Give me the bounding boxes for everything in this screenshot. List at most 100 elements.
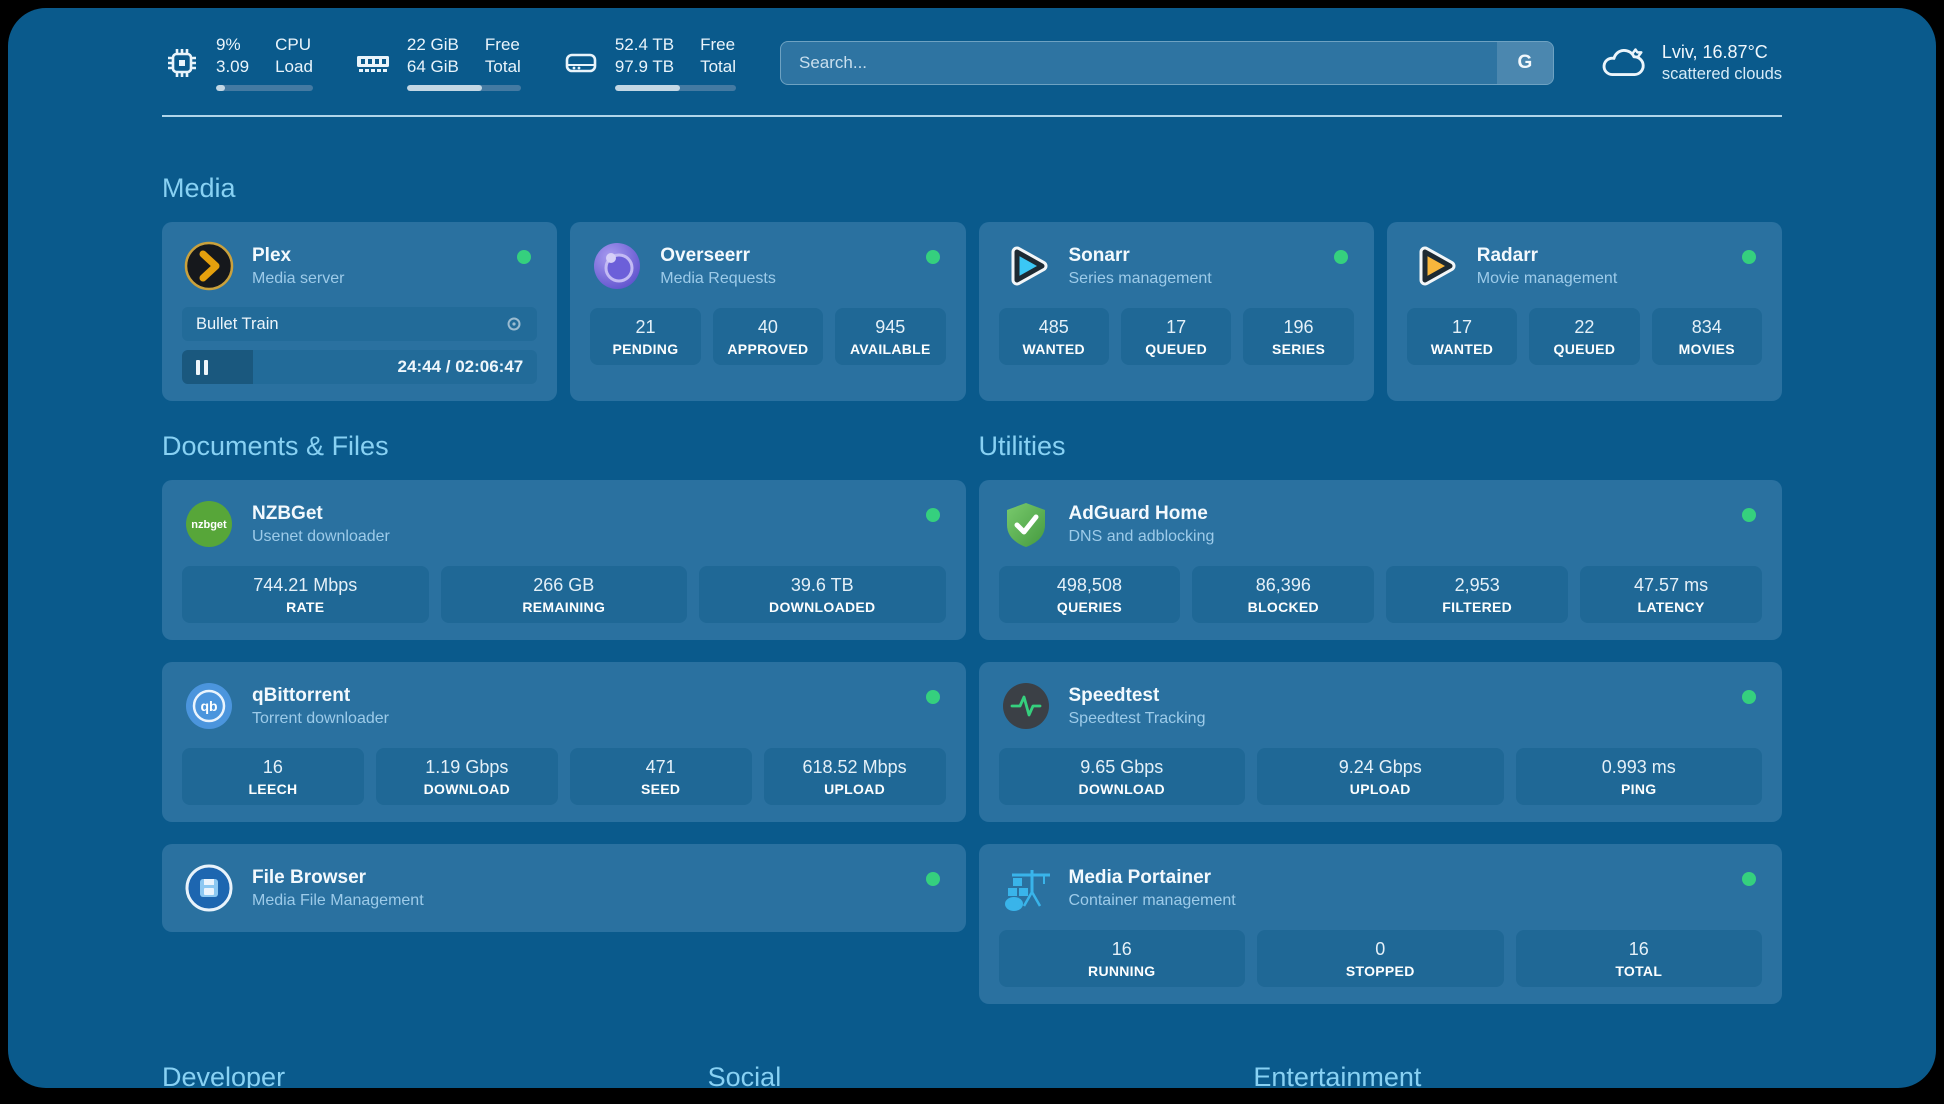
status-dot [926, 690, 940, 704]
memory-progress-bar [407, 85, 521, 91]
disk-icon [561, 43, 601, 83]
stat-value: 17 [1411, 317, 1513, 338]
memory-progress-fill [407, 85, 482, 91]
stat-value: 16 [186, 757, 360, 778]
cpu-load-label: Load [275, 56, 313, 78]
stat-value: 40 [717, 317, 819, 338]
section-title-social: Social [708, 1062, 1237, 1088]
bookmark-group-developer: Developer GH Github github.com SO StackO… [162, 1062, 691, 1088]
stat-label: QUEUED [1533, 341, 1635, 357]
stat-tile: 17 WANTED [1407, 308, 1517, 365]
stat-label: UPLOAD [768, 781, 942, 797]
stat-label: WANTED [1411, 341, 1513, 357]
disk-total-label: Total [700, 56, 736, 78]
header: 9% 3.09 CPU Load [162, 34, 1782, 91]
stat-tile: 86,396 BLOCKED [1192, 566, 1374, 623]
stat-value: 744.21 Mbps [186, 575, 425, 596]
stat-value: 39.6 TB [703, 575, 942, 596]
service-card-adguard[interactable]: AdGuard Home DNS and adblocking 498,508 … [979, 480, 1783, 640]
filebrowser-icon [182, 861, 236, 915]
stat-value: 618.52 Mbps [768, 757, 942, 778]
stat-value: 1.19 Gbps [380, 757, 554, 778]
stat-tile: 834 MOVIES [1652, 308, 1762, 365]
stat-label: PENDING [594, 341, 696, 357]
service-card-speedtest[interactable]: Speedtest Speedtest Tracking 9.65 Gbps D… [979, 662, 1783, 822]
cpu-load-value: 3.09 [216, 56, 249, 78]
stat-label: BLOCKED [1196, 599, 1370, 615]
stat-label: STOPPED [1261, 963, 1500, 979]
stat-value: 86,396 [1196, 575, 1370, 596]
now-playing-row: Bullet Train [182, 307, 537, 341]
stat-tile: 1.19 Gbps DOWNLOAD [376, 748, 558, 805]
service-card-filebrowser[interactable]: File Browser Media File Management [162, 844, 966, 932]
stat-label: APPROVED [717, 341, 819, 357]
search-provider-button[interactable]: G [1497, 42, 1553, 84]
stat-value: 22 [1533, 317, 1635, 338]
stat-label: LATENCY [1584, 599, 1758, 615]
stat-tile: 9.65 Gbps DOWNLOAD [999, 748, 1246, 805]
stat-tile: 9.24 Gbps UPLOAD [1257, 748, 1504, 805]
plex-icon [182, 239, 236, 293]
stat-tile: 17 QUEUED [1121, 308, 1231, 365]
service-name: AdGuard Home [1069, 503, 1215, 525]
service-card-qbittorrent[interactable]: qb qBittorrent Torrent downloader 16 LEE… [162, 662, 966, 822]
search-bar: G [780, 41, 1554, 85]
service-name: Speedtest [1069, 685, 1206, 707]
stat-value: 16 [1520, 939, 1759, 960]
stat-tile: 16 RUNNING [999, 930, 1246, 987]
service-name: Media Portainer [1069, 867, 1236, 889]
status-dot [926, 508, 940, 522]
adguard-icon [999, 497, 1053, 551]
memory-total-label: Total [485, 56, 521, 78]
section-title-entertainment: Entertainment [1253, 1062, 1782, 1088]
service-subtitle: Movie management [1477, 270, 1618, 288]
status-dot [1334, 250, 1348, 264]
header-divider [162, 115, 1782, 117]
weather-widget: Lviv, 16.87°C scattered clouds [1598, 38, 1782, 88]
memory-free-value: 22 GiB [407, 34, 459, 56]
service-subtitle: Media Requests [660, 270, 776, 288]
svg-text:qb: qb [200, 698, 217, 714]
stat-value: 21 [594, 317, 696, 338]
bookmark-group-entertainment: Entertainment YT YouTube youtube.com NF … [1253, 1062, 1782, 1088]
service-card-overseerr[interactable]: Overseerr Media Requests 21 PENDING 40 A… [570, 222, 965, 401]
stat-label: RATE [186, 599, 425, 615]
stat-tile: 2,953 FILTERED [1386, 566, 1568, 623]
pause-icon[interactable] [196, 360, 208, 375]
portainer-icon [999, 861, 1053, 915]
system-stats: 9% 3.09 CPU Load [162, 34, 736, 91]
stat-value: 9.24 Gbps [1261, 757, 1500, 778]
stat-label: PING [1520, 781, 1759, 797]
stat-value: 0.993 ms [1520, 757, 1759, 778]
stat-tile: 40 APPROVED [713, 308, 823, 365]
stat-tile: 21 PENDING [590, 308, 700, 365]
session-settings-icon[interactable] [505, 315, 523, 333]
service-card-nzbget[interactable]: nzbget NZBGet Usenet downloader 744.21 M… [162, 480, 966, 640]
stat-tile: 0 STOPPED [1257, 930, 1504, 987]
service-name: Radarr [1477, 245, 1618, 267]
cloud-icon [1598, 38, 1648, 88]
dashboard-frame: 9% 3.09 CPU Load [8, 8, 1936, 1088]
stat-label: QUERIES [1003, 599, 1177, 615]
service-card-radarr[interactable]: Radarr Movie management 17 WANTED 22 QUE… [1387, 222, 1782, 401]
stat-tile: 945 AVAILABLE [835, 308, 945, 365]
service-card-portainer[interactable]: Media Portainer Container management 16 … [979, 844, 1783, 1004]
stat-value: 47.57 ms [1584, 575, 1758, 596]
section-title-utilities: Utilities [979, 431, 1783, 462]
stat-label: SEED [574, 781, 748, 797]
section-title-developer: Developer [162, 1062, 691, 1088]
service-card-sonarr[interactable]: Sonarr Series management 485 WANTED 17 Q… [979, 222, 1374, 401]
stat-tile: 196 SERIES [1243, 308, 1353, 365]
stat-tile: 744.21 Mbps RATE [182, 566, 429, 623]
service-subtitle: Torrent downloader [252, 710, 389, 728]
stat-label: LEECH [186, 781, 360, 797]
stat-label: RUNNING [1003, 963, 1242, 979]
section-title-media: Media [162, 173, 1782, 204]
stat-value: 498,508 [1003, 575, 1177, 596]
disk-progress-bar [615, 85, 736, 91]
service-card-plex[interactable]: Plex Media server Bullet Train 24:44 / 0… [162, 222, 557, 401]
stat-value: 0 [1261, 939, 1500, 960]
service-name: File Browser [252, 867, 424, 889]
stat-label: TOTAL [1520, 963, 1759, 979]
search-input[interactable] [781, 42, 1497, 84]
